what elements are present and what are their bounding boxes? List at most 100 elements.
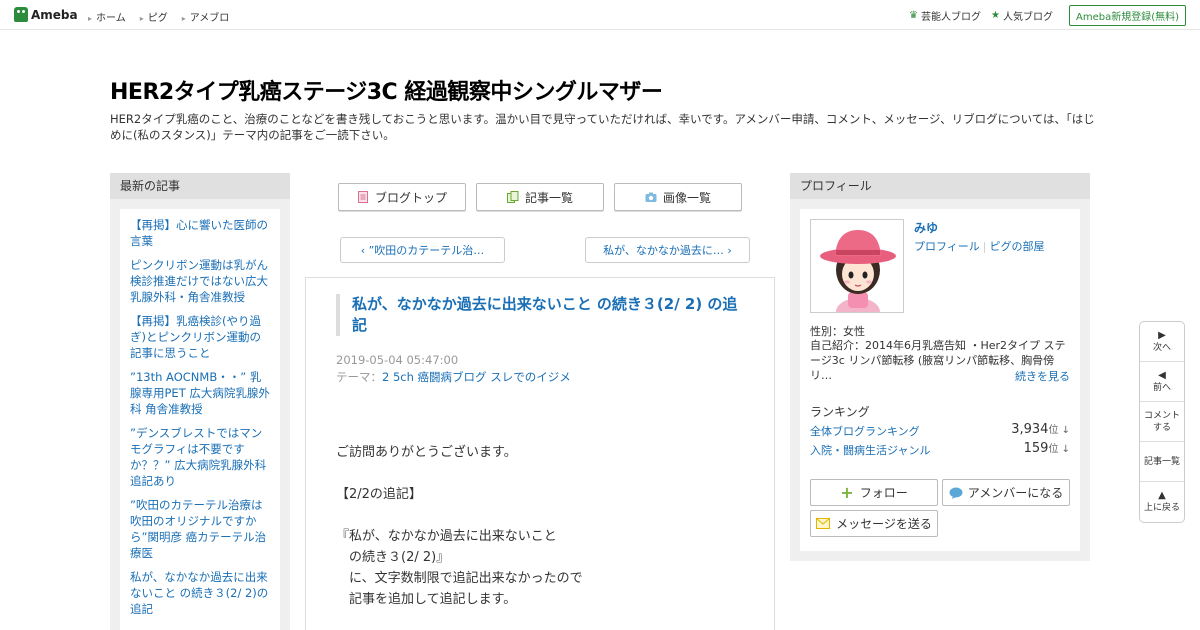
article-paragraph: 【2/2の追記】 xyxy=(336,487,422,502)
article-paragraph: 『私が、なかなか過去に出来ないこと の続き３(2/ 2)』 に、文字数制限で追記… xyxy=(336,529,583,607)
ranking-unit: 位 ↓ xyxy=(1048,444,1070,455)
theme-link[interactable]: 2 5ch 癌闘病ブログ スレでのイジメ xyxy=(382,370,571,384)
ranking-number: 159 xyxy=(1023,441,1049,456)
popular-blog-link[interactable]: ★ 人気ブログ xyxy=(991,8,1053,23)
blog-tabs: ブログトップ 記事一覧 画像一覧 xyxy=(338,183,752,211)
ameba-logo[interactable]: Ameba xyxy=(14,7,78,22)
article-theme: テーマ：2 5ch 癌闘病ブログ スレでのイジメ xyxy=(336,369,571,385)
article-title[interactable]: 私が、なかなか過去に出来ないこと の続き３(2/ 2) の追記 xyxy=(336,294,746,336)
profile-name[interactable]: みゆ xyxy=(914,219,938,236)
article: 私が、なかなか過去に出来ないこと の続き３(2/ 2) の追記 2019-05-… xyxy=(305,277,775,630)
register-button[interactable]: Ameba新規登録(無料) xyxy=(1068,5,1186,26)
tab-blog-top[interactable]: ブログトップ xyxy=(338,183,466,211)
ranking-value: 159位 ↓ xyxy=(1024,440,1070,456)
avatar[interactable] xyxy=(810,219,904,313)
popular-blog-label: 人気ブログ xyxy=(1002,12,1053,23)
ranking-unit: 位 ↓ xyxy=(1048,425,1070,436)
star-icon: ★ xyxy=(991,10,1000,21)
ranking-row: 全体ブログランキング 3,934位 ↓ xyxy=(810,421,1070,439)
recent-entry-link[interactable]: ”デンスブレストではマンモグラフィは不要ですか？？” 広大病院乳腺外科 追記あり xyxy=(130,425,270,489)
envelope-icon xyxy=(816,518,831,529)
article-date: 2019-05-04 05:47:00 xyxy=(336,353,459,367)
read-more-link[interactable]: 続きを見る xyxy=(1015,368,1070,384)
celebrity-blog-label: 芸能人ブログ xyxy=(921,12,982,23)
next-article-button[interactable]: 私が、なかなか過去に… › xyxy=(585,237,750,263)
article-paragraph: ご訪問ありがとうございます。 xyxy=(336,445,517,460)
crown-icon: ♛ xyxy=(909,10,919,21)
triangle-up-icon: ▲ xyxy=(1158,490,1166,501)
blog-title[interactable]: HER2タイプ乳癌ステージ3C 経過観察中シングルマザー xyxy=(110,74,663,106)
recent-entry-link[interactable]: 【再掲】乳癌検診(やり過ぎ)とピンクリボン運動の記事に思うこと xyxy=(130,313,270,361)
tab-image-list[interactable]: 画像一覧 xyxy=(614,183,742,211)
camera-icon xyxy=(645,192,657,202)
side-prev-label: 前へ xyxy=(1152,382,1171,393)
ranking-row: 入院・闘病生活ジャンル 159位 ↓ xyxy=(810,440,1070,458)
document-icon xyxy=(357,191,368,203)
copy-icon xyxy=(506,191,519,203)
send-message-label: メッセージを送る xyxy=(836,517,932,531)
top-bar: Ameba ホーム ピグ アメブロ ♛ 芸能人ブログ ★ 人気ブログ Ameba… xyxy=(0,0,1200,30)
nav-home[interactable]: ホーム xyxy=(88,9,126,24)
recent-entry-link[interactable]: ”13th AOCNMB・・” 乳腺専用PET 広大病院乳腺外科 角舎准教授 xyxy=(130,369,270,417)
amember-button[interactable]: アメンバーになる xyxy=(942,479,1070,506)
ranking-heading: ランキング xyxy=(810,405,870,419)
side-list-button[interactable]: 記事一覧 xyxy=(1140,442,1184,482)
blog-description: HER2タイプ乳癌のこと、治療のことなどを書き残しておこうと思います。温かい目で… xyxy=(110,112,1095,142)
profile-links: プロフィール | ピグの部屋 xyxy=(914,238,1045,254)
profile-link[interactable]: プロフィール xyxy=(914,240,980,253)
nav-ameblo[interactable]: アメブロ xyxy=(182,9,230,24)
article-body: ご訪問ありがとうございます。 【2/2の追記】 『私が、なかなか過去に出来ないこ… xyxy=(336,442,583,630)
ameba-logo-icon xyxy=(14,7,28,22)
top-right-links: ♛ 芸能人ブログ ★ 人気ブログ Ameba新規登録(無料) xyxy=(899,5,1186,26)
recent-entry-link[interactable]: ピンクリボン運動は乳がん検診推進だけではない広大乳腺外科・角舎准教授 xyxy=(130,257,270,305)
pigg-room-link[interactable]: ピグの部屋 xyxy=(990,240,1045,253)
chat-bubble-icon xyxy=(949,487,963,499)
tab-article-list[interactable]: 記事一覧 xyxy=(476,183,604,211)
nav-pigg[interactable]: ピグ xyxy=(140,9,168,24)
profile-box: プロフィール みゆ プロフィール | ピグの部屋 性別：女性 自己紹介：2014… xyxy=(790,173,1090,561)
ranking-number: 3,934 xyxy=(1011,422,1049,437)
follow-label: フォロー xyxy=(859,486,908,500)
side-top-button[interactable]: ▲ 上に戻る xyxy=(1140,482,1184,522)
floating-side-nav: ▶ 次へ ◀ 前へ コメントする 記事一覧 ▲ 上に戻る xyxy=(1139,321,1185,523)
plus-icon: + xyxy=(840,483,854,502)
side-next-label: 次へ xyxy=(1152,342,1171,353)
triangle-left-icon: ◀ xyxy=(1158,369,1166,381)
recent-entry-link[interactable]: ”吹田のカテーテル治療は吹田のオリジナルですから”関明彦 癌カテーテル治療医 xyxy=(130,497,270,561)
prev-article-label: ”吹田のカテーテル治… xyxy=(368,244,485,257)
tab-image-list-label: 画像一覧 xyxy=(662,190,711,205)
amember-label: アメンバーになる xyxy=(967,486,1064,500)
tab-article-list-label: 記事一覧 xyxy=(524,190,573,205)
side-comment-button[interactable]: コメントする xyxy=(1140,402,1184,442)
send-message-button[interactable]: メッセージを送る xyxy=(810,510,938,537)
recent-entries-box: 最新の記事 【再掲】心に響いた医師の言葉 ピンクリボン運動は乳がん検診推進だけで… xyxy=(110,173,290,630)
avatar-image xyxy=(811,220,903,312)
prev-article-button[interactable]: ‹ ”吹田のカテーテル治… xyxy=(340,237,505,263)
profile-card: みゆ プロフィール | ピグの部屋 性別：女性 自己紹介：2014年6月乳癌告知 ・… xyxy=(800,209,1080,551)
chevron-left-icon: ‹ xyxy=(360,243,369,257)
separator: | xyxy=(982,240,987,253)
recent-entry-link[interactable]: 私が、なかなか過去に出来ないこと の続き３(2/ 2)の追記 xyxy=(130,569,270,617)
tab-blog-top-label: ブログトップ xyxy=(374,190,447,205)
profile-heading: プロフィール xyxy=(790,173,1090,199)
top-nav: ホーム ピグ アメブロ xyxy=(88,9,243,24)
ranking-value: 3,934位 ↓ xyxy=(1011,421,1070,437)
profile-gender: 性別：女性 xyxy=(810,325,865,338)
triangle-right-icon: ▶ xyxy=(1158,329,1166,341)
side-prev-button[interactable]: ◀ 前へ xyxy=(1140,362,1184,402)
side-top-label: 上に戻る xyxy=(1143,503,1180,513)
recent-entries-list: 【再掲】心に響いた医師の言葉 ピンクリボン運動は乳がん検診推進だけではない広大乳… xyxy=(120,209,280,630)
recent-entries-heading: 最新の記事 xyxy=(110,173,290,199)
next-article-label: 私が、なかなか過去に… xyxy=(603,244,724,257)
recent-entry-link[interactable]: 【再掲】心に響いた医師の言葉 xyxy=(130,217,270,249)
theme-label: テーマ： xyxy=(336,370,382,384)
logo-text: Ameba xyxy=(31,7,78,22)
side-next-button[interactable]: ▶ 次へ xyxy=(1140,322,1184,362)
chevron-right-icon: › xyxy=(723,243,732,257)
celebrity-blog-link[interactable]: ♛ 芸能人ブログ xyxy=(909,8,981,23)
side-comment-label: コメントする xyxy=(1144,410,1181,433)
side-list-label: 記事一覧 xyxy=(1143,456,1180,467)
follow-button[interactable]: + フォロー xyxy=(810,479,938,506)
ranking-name-link[interactable]: 入院・闘病生活ジャンル xyxy=(810,444,930,457)
ranking-name-link[interactable]: 全体ブログランキング xyxy=(810,425,920,438)
